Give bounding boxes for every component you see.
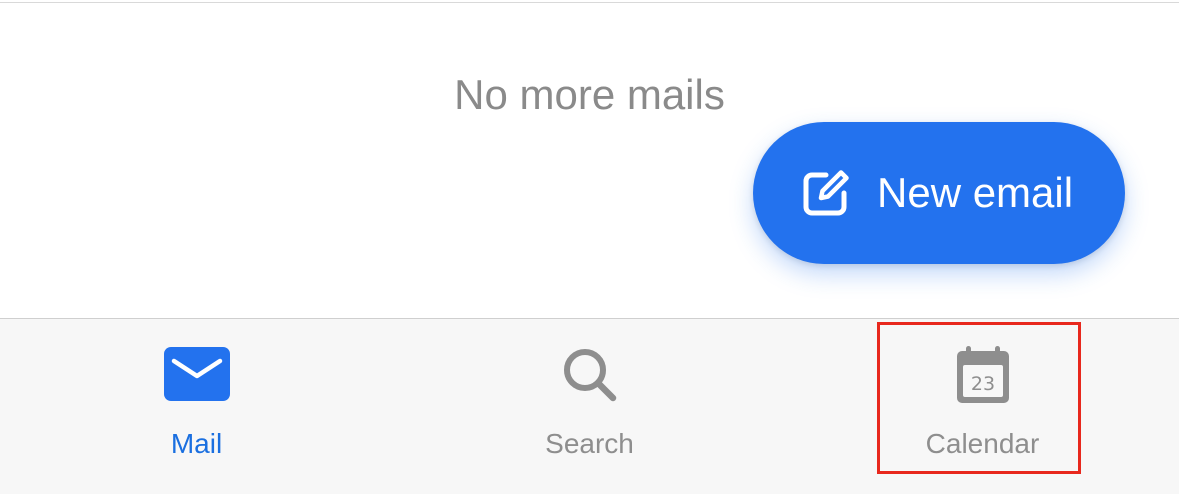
tab-calendar[interactable]: 23 Calendar	[786, 319, 1179, 494]
tab-calendar-label: Calendar	[925, 428, 1040, 459]
tab-mail[interactable]: Mail	[0, 319, 393, 494]
compose-icon	[803, 170, 849, 216]
mail-screen: No more mails New email Mail Search 23 C…	[0, 0, 1179, 494]
new-email-label: New email	[877, 169, 1074, 216]
mail-icon	[163, 347, 230, 401]
top-divider	[0, 2, 1179, 3]
search-icon	[563, 349, 616, 402]
tab-search[interactable]: Search	[393, 319, 786, 494]
empty-state-message: No more mails	[454, 71, 725, 118]
tab-search-label: Search	[545, 428, 634, 459]
tab-bar: Mail Search 23 Calendar	[0, 318, 1179, 494]
calendar-icon: 23	[956, 346, 1009, 403]
tab-mail-label: Mail	[170, 428, 223, 459]
calendar-icon-date: 23	[970, 373, 994, 395]
new-email-button[interactable]: New email	[753, 122, 1125, 264]
